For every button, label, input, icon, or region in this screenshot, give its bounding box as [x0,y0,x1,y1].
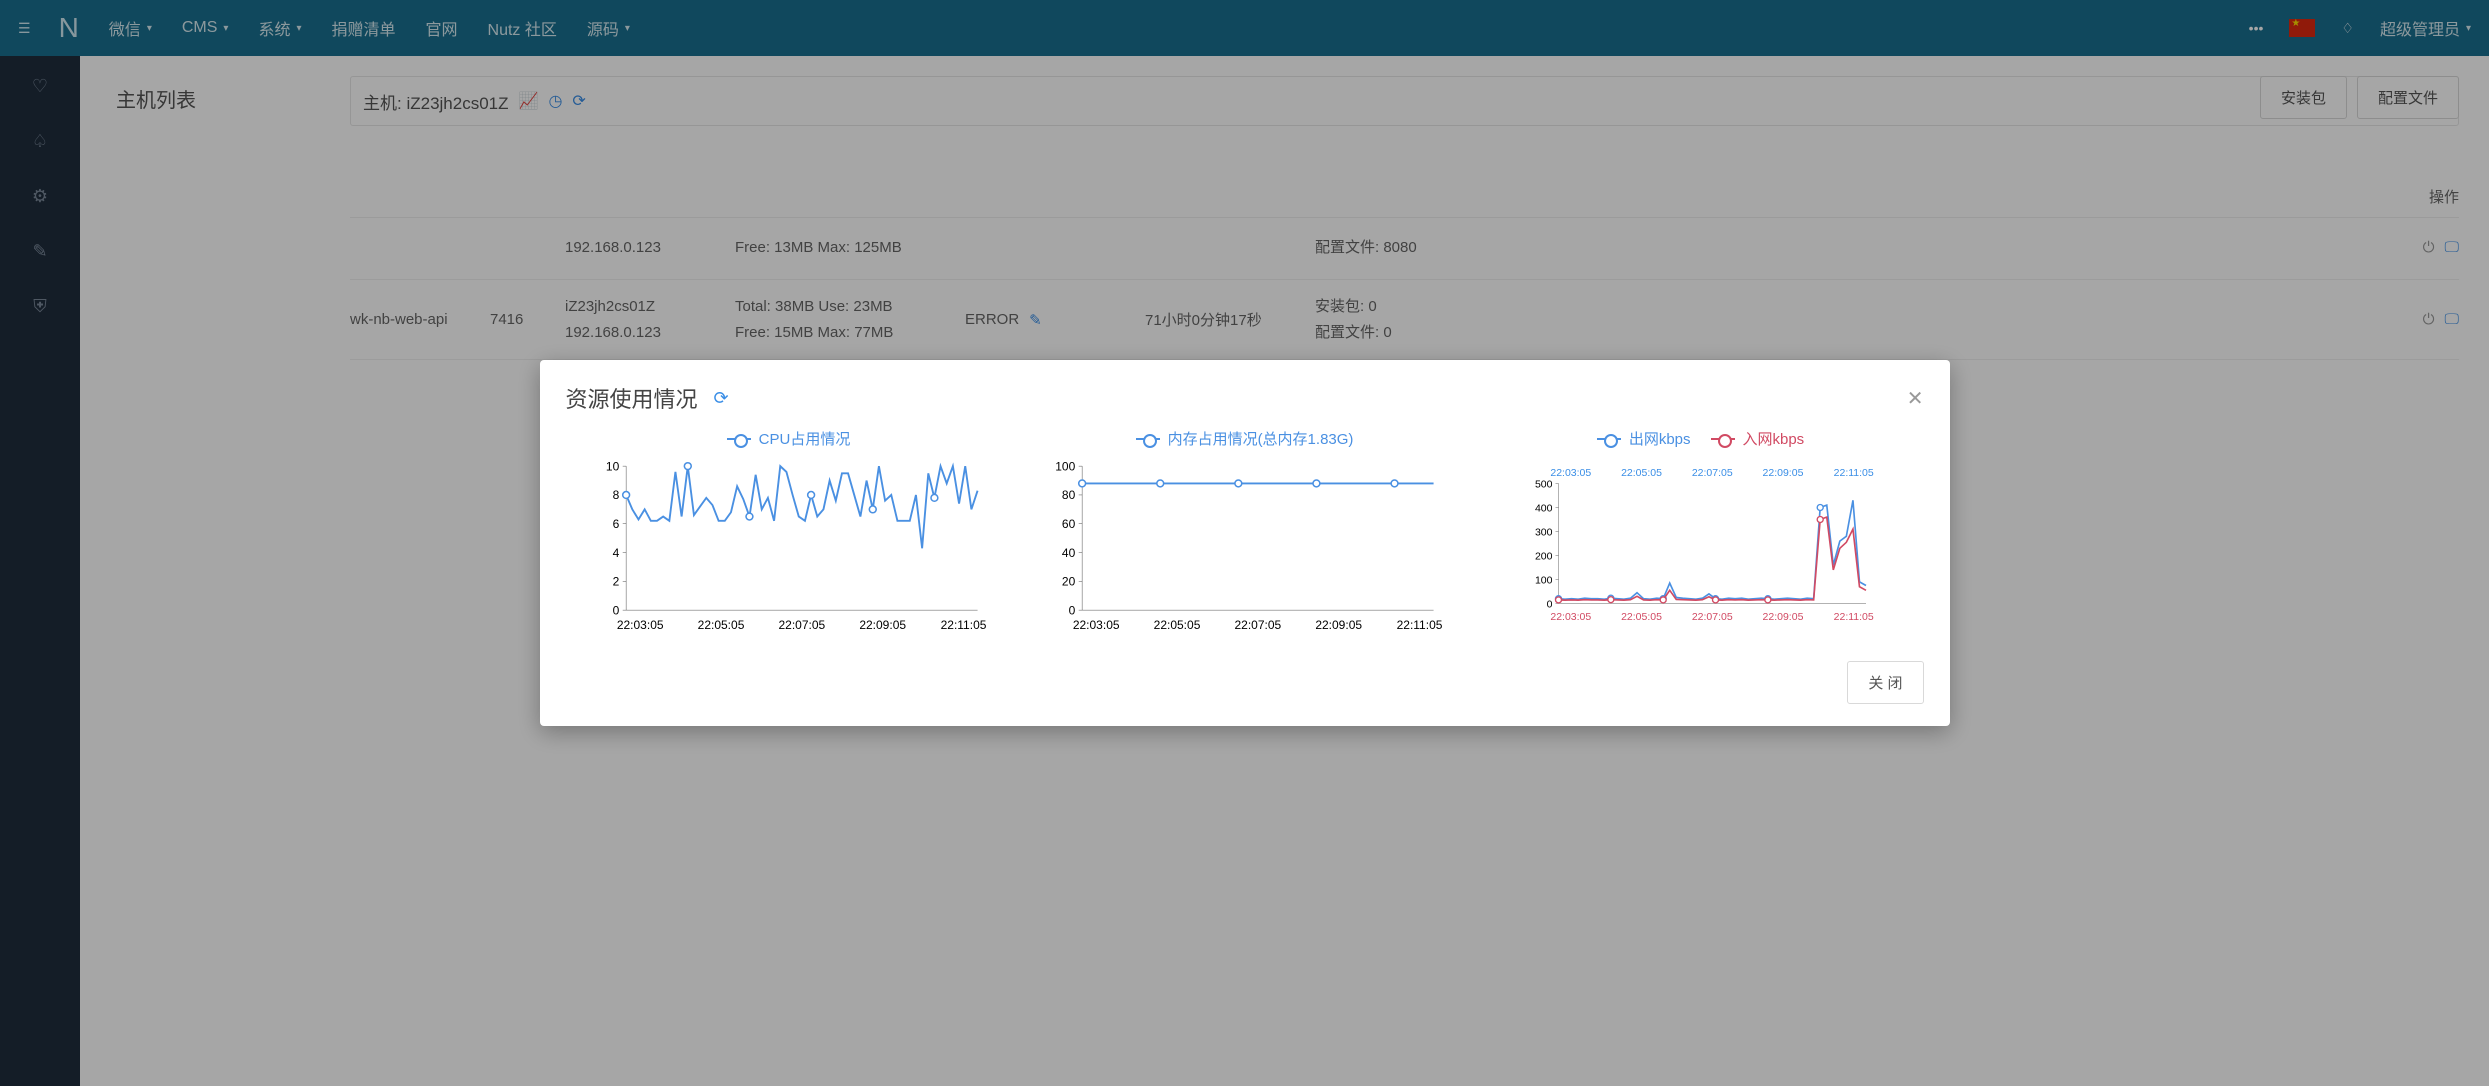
svg-text:10: 10 [605,461,619,473]
svg-text:22:11:05: 22:11:05 [1833,611,1873,623]
svg-text:22:07:05: 22:07:05 [1691,467,1732,479]
svg-text:6: 6 [612,517,619,531]
mem-chart-svg: 0 20 40 60 80 100 22:03:05 22:05:05 22:07:05 22:0… [1022,461,1468,641]
svg-text:22:03:05: 22:03:05 [616,618,663,632]
svg-text:40: 40 [1061,546,1075,560]
modal-title: 资源使用情况 [566,382,698,414]
modal-overlay: 资源使用情况 ⟳ ✕ CPU占用情况 0 2 4 6 8 10 22:03:05 22:05:… [0,0,2489,1086]
svg-text:0: 0 [612,603,619,617]
svg-text:22:05:05: 22:05:05 [1621,611,1662,623]
svg-text:8: 8 [612,488,619,502]
legend-cpu[interactable]: CPU占用情况 [727,428,851,449]
svg-text:22:07:05: 22:07:05 [1234,618,1281,632]
svg-text:400: 400 [1534,502,1552,514]
svg-text:22:09:05: 22:09:05 [859,618,906,632]
svg-text:22:09:05: 22:09:05 [1315,618,1362,632]
svg-text:22:07:05: 22:07:05 [1691,611,1732,623]
svg-text:22:11:05: 22:11:05 [1396,618,1442,632]
modal-close-button[interactable]: 关 闭 [1847,661,1923,704]
svg-text:22:11:05: 22:11:05 [1833,467,1873,479]
svg-text:60: 60 [1061,517,1075,531]
legend-net-in[interactable]: 入网kbps [1711,428,1805,449]
resource-modal: 资源使用情况 ⟳ ✕ CPU占用情况 0 2 4 6 8 10 22:03:05 22:05:… [540,360,1950,726]
svg-text:22:09:05: 22:09:05 [1762,611,1803,623]
svg-text:0: 0 [1068,603,1075,617]
svg-text:22:03:05: 22:03:05 [1550,611,1591,623]
svg-text:22:11:05: 22:11:05 [940,618,986,632]
svg-text:22:05:05: 22:05:05 [1621,467,1662,479]
svg-text:300: 300 [1534,526,1552,538]
svg-text:2: 2 [612,575,619,589]
cpu-chart: CPU占用情况 0 2 4 6 8 10 22:03:05 22:05:05 22:07:05 2… [566,428,1012,641]
net-chart: 出网kbps 入网kbps 22:03:0522:05:0522:07:0522… [1478,428,1924,641]
svg-text:22:03:05: 22:03:05 [1550,467,1591,479]
svg-text:22:07:05: 22:07:05 [778,618,825,632]
svg-text:0: 0 [1546,598,1552,610]
legend-net-out[interactable]: 出网kbps [1597,428,1691,449]
svg-text:22:03:05: 22:03:05 [1072,618,1119,632]
svg-text:22:05:05: 22:05:05 [697,618,744,632]
modal-close-icon[interactable]: ✕ [1907,386,1924,411]
svg-text:100: 100 [1534,574,1552,586]
modal-refresh-icon[interactable]: ⟳ [714,388,729,409]
svg-text:100: 100 [1055,461,1075,473]
mem-chart: 内存占用情况(总内存1.83G) 0 20 40 60 80 100 22:03:05 22:… [1022,428,1468,641]
svg-text:80: 80 [1061,488,1075,502]
svg-text:20: 20 [1061,575,1075,589]
cpu-chart-svg: 0 2 4 6 8 10 22:03:05 22:05:05 22:07:05 22:09:05 2… [566,461,1012,641]
svg-text:4: 4 [612,546,619,560]
svg-text:22:05:05: 22:05:05 [1153,618,1200,632]
svg-text:500: 500 [1534,478,1552,490]
svg-text:22:09:05: 22:09:05 [1762,467,1803,479]
legend-mem[interactable]: 内存占用情况(总内存1.83G) [1136,428,1354,449]
svg-text:200: 200 [1534,550,1552,562]
net-chart-svg: 22:03:05 22:05:05 22:07:05 22:09:05 22:11:05… [1478,461,1924,641]
